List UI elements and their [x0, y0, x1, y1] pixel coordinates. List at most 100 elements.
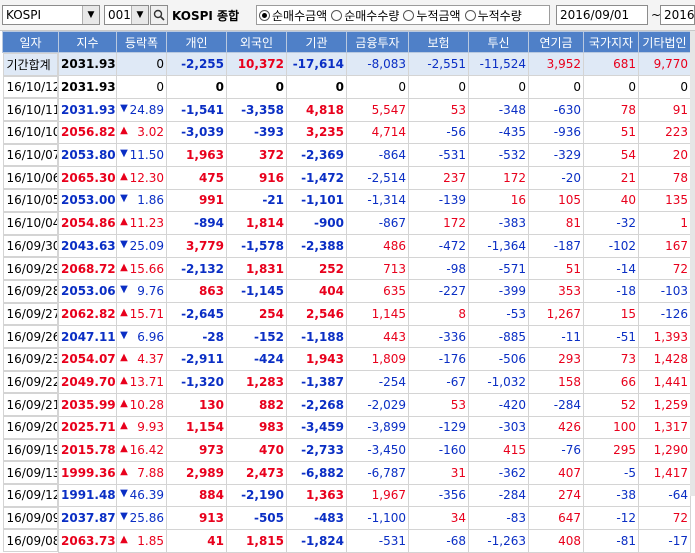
column-header[interactable]: 개인 [166, 31, 227, 53]
value-cell-기관: -6,882 [286, 460, 347, 485]
value-cell-외국인: 254 [226, 302, 287, 326]
value-cell-개인: 913 [166, 506, 227, 530]
change-wrapper: ▼ 46.39 [119, 488, 164, 502]
value-cell-기관: -1,188 [286, 324, 347, 349]
value-cell-투신: -284 [468, 483, 529, 508]
column-header[interactable]: 기관 [286, 31, 347, 53]
table-row[interactable]: 16/09/28 2053.06 ▼ 9.76 863 -1,145 404 635 -227-… [2, 279, 691, 304]
column-header[interactable]: 금융투자 [346, 31, 409, 53]
table-row[interactable]: 16/09/23 2054.07 ▲ 4.37 -2,911 -424 1,943 1,809… [2, 347, 691, 372]
radio-cumulative-qty[interactable]: 누적수량 [464, 7, 522, 24]
value-cell-기관: 404 [286, 279, 347, 304]
value-cell-기타법인: 135 [638, 188, 691, 213]
change-value: 46.39 [129, 488, 164, 503]
value-cell-외국인: -393 [226, 120, 287, 145]
column-header[interactable]: 기타법인 [638, 31, 691, 53]
value-cell-개인: 2,989 [166, 460, 227, 485]
radio-cumulative-amount[interactable]: 누적금액 [403, 7, 461, 24]
value-cell-기타법인: 78 [638, 165, 691, 190]
value-cell-금융투자: 1,967 [346, 483, 409, 508]
radio-dot[interactable] [464, 9, 476, 21]
radio-net-buy-amount[interactable]: 순매수금액 [259, 7, 327, 24]
value-cell-외국인: 882 [226, 392, 287, 417]
value-cell-국가지자: 295 [583, 438, 639, 462]
column-header[interactable]: 국가지자 [583, 31, 639, 53]
column-header[interactable]: 지수 [58, 31, 117, 53]
index-code-select[interactable]: 001 ▼ [104, 5, 149, 25]
radio-dot[interactable] [403, 9, 415, 21]
value-cell-외국인: -424 [226, 347, 287, 372]
table-row[interactable]: 16/09/20 2025.71 ▲ 9.93 1,154 983 -3,459 -3,899… [2, 415, 691, 440]
search-button[interactable] [150, 5, 168, 25]
table-row[interactable]: 16/09/13 1999.36 ▲ 7.88 2,989 2,473 -6,882 -6,7… [2, 460, 691, 485]
table-row[interactable]: 16/09/08 2063.73 ▲ 1.85 41 1,815 -1,824 -531 -68… [2, 528, 691, 553]
date-cell: 16/10/10 [2, 121, 58, 144]
value-cell-연기금: 158 [528, 370, 584, 394]
column-header[interactable]: 투신 [468, 31, 529, 53]
value-cell-기관: -3,459 [286, 415, 347, 440]
chevron-down-icon[interactable]: ▼ [82, 6, 99, 24]
table-row[interactable]: 16/09/21 2035.99 ▲ 10.28 130 882 -2,268 -2,029 5… [2, 392, 691, 417]
market-select[interactable]: KOSPI ▼ [2, 5, 100, 25]
value-cell-기타법인: 9,770 [638, 51, 691, 77]
value-cell-국가지자: -51 [583, 324, 639, 349]
table-row[interactable]: 16/09/22 2049.70 ▲ 13.71 -1,320 1,283 -1,387 -2… [2, 370, 691, 394]
table-row[interactable]: 16/10/04 2054.86 ▲ 11.23 -894 1,814 -900 -867 17… [2, 211, 691, 235]
value-cell-보험: 31 [408, 460, 469, 485]
value-cell-연기금: 408 [528, 528, 584, 553]
value-cell-기관: 4,818 [286, 97, 347, 122]
radio-dot[interactable] [259, 9, 270, 21]
change-value: 12.30 [129, 170, 164, 185]
table-row[interactable]: 16/09/09 2037.87 ▼ 25.86 913 -505 -483 -1,100 34… [2, 506, 691, 530]
table-row[interactable]: 16/10/05 2053.00 ▼ 1.86 991 -21 -1,101 -1,314 -1… [2, 188, 691, 213]
index-cell: 2062.82 [58, 302, 117, 326]
change-wrapper: ▲ 15.71 [119, 307, 164, 321]
radio-dot[interactable] [331, 9, 343, 21]
value-cell-외국인: 2,473 [226, 460, 287, 485]
date-cell: 16/09/29 [2, 257, 58, 280]
value-cell-외국인: 0 [226, 75, 287, 99]
table-row[interactable]: 16/10/10 2056.82 ▲ 3.02 -3,039 -393 3,235 4,714… [2, 120, 691, 145]
value-cell-금융투자: 713 [346, 256, 409, 281]
column-header[interactable]: 등락폭 [116, 31, 167, 53]
table-row[interactable]: 16/10/07 2053.80 ▼ 11.50 1,963 372 -2,369 -864-… [2, 143, 691, 167]
table-row[interactable]: 16/10/12 2031.93 0 0 0 0 0 0 0 0 0 0 [2, 75, 691, 99]
value-cell-외국인: 1,815 [226, 528, 287, 553]
chevron-down-icon[interactable]: ▼ [131, 6, 148, 24]
table-row[interactable]: 16/09/27 2062.82 ▲ 15.71 -2,645 254 2,546 1,145… [2, 302, 691, 326]
value-cell-국가지자: -32 [583, 211, 639, 235]
value-cell-보험: -67 [408, 370, 469, 394]
index-cell: 2025.71 [58, 415, 117, 440]
column-header[interactable]: 일자 [2, 31, 59, 53]
index-cell: 2053.00 [58, 188, 117, 213]
table-row[interactable]: 16/09/12 1991.48 ▼ 46.39 884 -2,190 1,363 1,967… [2, 483, 691, 508]
table-row[interactable]: 16/09/29 2068.72 ▲ 15.66 -2,132 1,831 252 713 -9… [2, 256, 691, 281]
table-row[interactable]: 16/09/30 2043.63 ▼ 25.09 3,779 -1,578 -2,388 48… [2, 234, 691, 258]
value-cell-보험: -2,551 [408, 51, 469, 77]
radio-net-buy-qty[interactable]: 순매수수량 [331, 7, 399, 24]
column-header[interactable]: 연기금 [528, 31, 584, 53]
summary-row[interactable]: 기간합계 2031.93 0 -2,255 10,372 -17,614 -8,083 -2,… [2, 51, 691, 77]
value-cell-연기금: 407 [528, 460, 584, 485]
value-cell-기관: 1,943 [286, 347, 347, 372]
value-cell-투신: 16 [468, 188, 529, 213]
table-row[interactable]: 16/10/11 2031.93 ▼ 24.89 -1,541 -3,358 4,818 5,… [2, 97, 691, 122]
vertical-scrollbar[interactable] [690, 31, 695, 496]
index-code-value: 001 [108, 8, 131, 22]
value-cell-보험: -56 [408, 120, 469, 145]
date-from-field[interactable]: 2016/09/01 [556, 5, 648, 25]
column-header[interactable]: 외국인 [226, 31, 287, 53]
value-cell-보험: 53 [408, 392, 469, 417]
table-row[interactable]: 16/09/26 2047.11 ▼ 6.96 -28 -152 -1,188 443 -336… [2, 324, 691, 349]
table-row[interactable]: 16/09/19 2015.78 ▲ 16.42 973 470 -2,733 -3,450-… [2, 438, 691, 462]
column-header[interactable]: 보험 [408, 31, 469, 53]
value-cell-국가지자: 21 [583, 165, 639, 190]
value-cell-기관: 3,235 [286, 120, 347, 145]
triangle-down-icon: ▼ [120, 511, 128, 523]
value-cell-투신: -399 [468, 279, 529, 304]
date-to-field[interactable]: 2016/ [660, 5, 695, 25]
table-row[interactable]: 16/10/06 2065.30 ▲ 12.30 475 916 -1,472 -2,514 2… [2, 165, 691, 190]
change-value: 0 [156, 57, 164, 72]
value-cell-국가지자: 681 [583, 51, 639, 77]
value-cell-개인: -2,255 [166, 51, 227, 77]
